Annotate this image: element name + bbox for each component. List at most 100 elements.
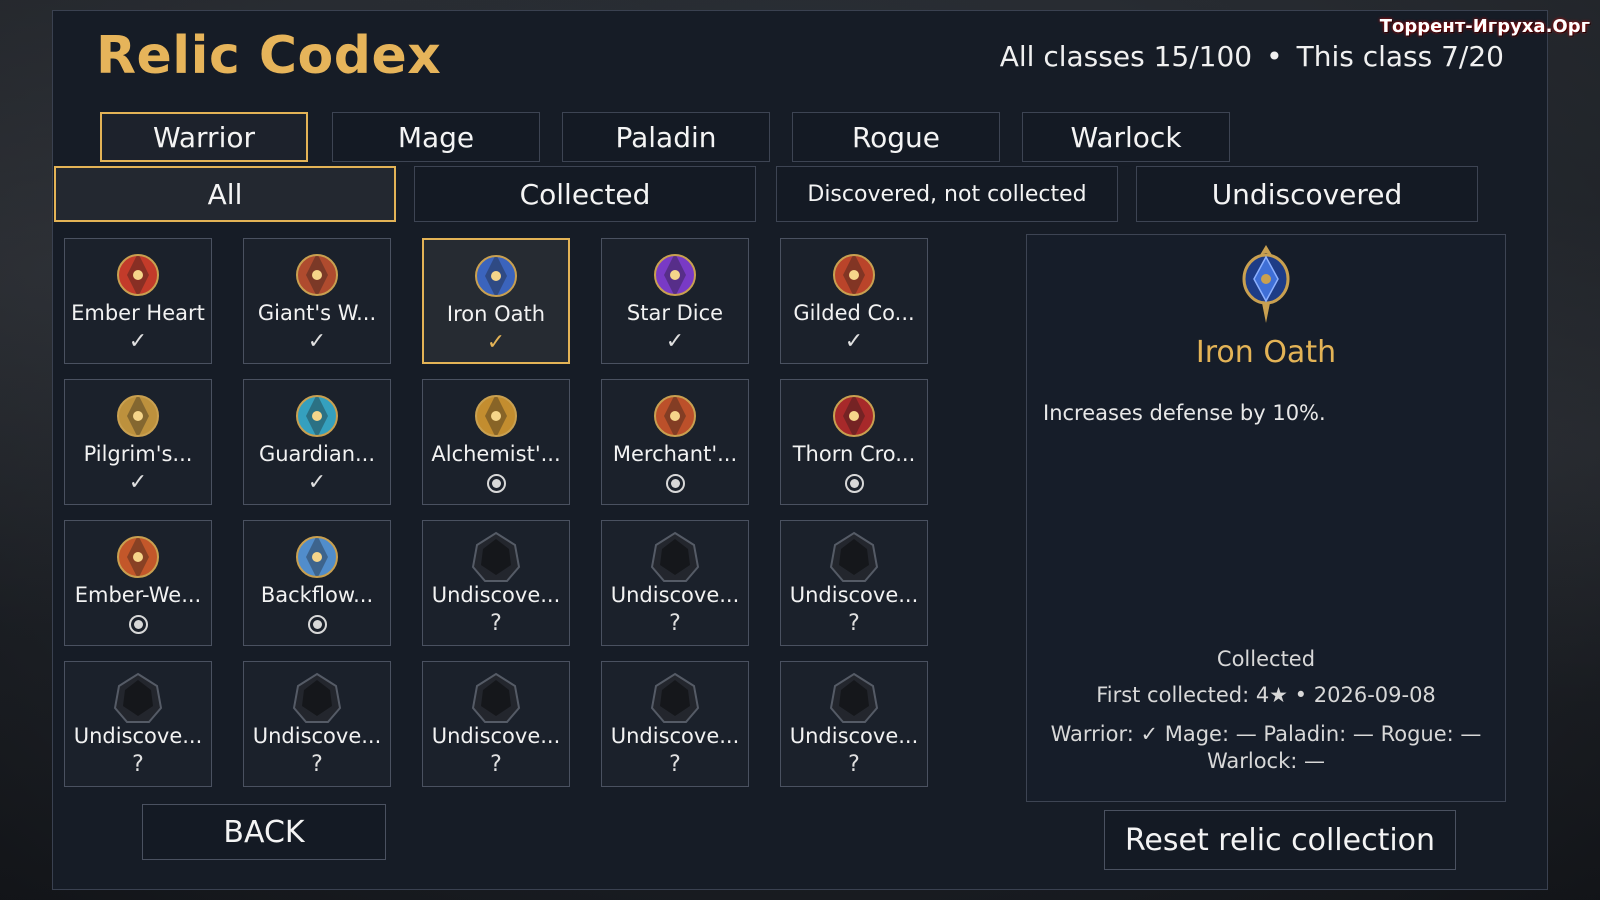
relic-card[interactable]: Gilded Co... ✓ (780, 238, 928, 364)
relic-name: Gilded Co... (793, 301, 915, 325)
discovered-indicator (423, 470, 569, 496)
relic-name: Pilgrim's... (83, 442, 193, 466)
undiscovered-icon (650, 531, 700, 582)
relic-card[interactable]: Guardian... ✓ (243, 379, 391, 505)
discovered-indicator (244, 611, 390, 637)
alchemist-quill-icon (475, 394, 517, 438)
discovered-indicator (781, 470, 927, 496)
relic-name: Star Dice (626, 301, 724, 325)
unknown-indicator: ? (848, 611, 860, 636)
giants-wrist-icon (296, 253, 338, 297)
merchant-scale-icon (654, 394, 696, 438)
collected-checkmark: ✓ (128, 470, 148, 495)
ember-weave-icon (117, 535, 159, 579)
collected-checkmark: ✓ (665, 329, 685, 354)
undiscovered-icon (650, 672, 700, 723)
back-button[interactable]: BACK (142, 804, 386, 860)
radio-icon (665, 474, 685, 493)
unknown-indicator: ? (669, 611, 681, 636)
relic-name: Ember Heart (71, 301, 205, 325)
relic-card[interactable]: Merchant'... (601, 379, 749, 505)
relic-card[interactable]: Iron Oath ✓ (422, 238, 570, 364)
relic-card[interactable]: Undiscove...? (780, 520, 928, 646)
unknown-indicator: ? (669, 752, 681, 777)
unknown-indicator: ? (848, 752, 860, 777)
unknown-indicator: ? (490, 752, 502, 777)
relic-card[interactable]: Undiscove...? (601, 520, 749, 646)
tab-paladin[interactable]: Paladin (562, 112, 770, 162)
relic-card[interactable]: Giant's W... ✓ (243, 238, 391, 364)
this-class-count: This class 7/20 (1296, 40, 1504, 73)
undiscovered-icon (829, 531, 879, 582)
collected-checkmark: ✓ (844, 329, 864, 354)
undiscovered-icon (113, 672, 163, 723)
relic-card[interactable]: Ember Heart ✓ (64, 238, 212, 364)
guardian-orb-icon (296, 394, 338, 438)
relic-card[interactable]: Undiscove...? (601, 661, 749, 787)
stats-separator: • (1266, 40, 1283, 73)
backflow-icon (296, 535, 338, 579)
unknown-indicator: ? (132, 752, 144, 777)
detail-description: Increases defense by 10%. (1043, 401, 1326, 425)
filter-all[interactable]: All (54, 166, 396, 222)
radio-icon (128, 615, 148, 634)
relic-card[interactable]: Undiscove...? (422, 661, 570, 787)
thorn-crown-icon (833, 394, 875, 438)
relic-name: Merchant'... (612, 442, 738, 466)
collection-stats: All classes 15/100 • This class 7/20 (1000, 40, 1504, 73)
relic-name: Iron Oath (446, 302, 546, 326)
relic-name: Ember-We... (74, 583, 202, 607)
tab-mage[interactable]: Mage (332, 112, 540, 162)
relic-name: Undiscove... (252, 724, 382, 748)
all-classes-count: All classes 15/100 (999, 40, 1253, 73)
iron-oath-icon (475, 254, 517, 298)
discovered-indicator (602, 470, 748, 496)
detail-relic-name: Iron Oath (1195, 335, 1337, 370)
tab-rogue[interactable]: Rogue (792, 112, 1000, 162)
collected-checkmark: ✓ (307, 329, 327, 354)
relic-card[interactable]: Undiscove...? (64, 661, 212, 787)
detail-collection-state: Collected (1216, 647, 1316, 671)
collected-checkmark: ✓ (307, 470, 327, 495)
relic-name: Guardian... (258, 442, 376, 466)
page-title: Relic Codex (96, 26, 442, 86)
relic-name: Undiscove... (73, 724, 203, 748)
radio-icon (844, 474, 864, 493)
filter-discovered-not-collected[interactable]: Discovered, not collected (776, 166, 1118, 222)
relic-card[interactable]: Undiscove...? (422, 520, 570, 646)
undiscovered-icon (471, 672, 521, 723)
relic-card[interactable]: Pilgrim's... ✓ (64, 379, 212, 505)
pilgrims-chalice-icon (117, 394, 159, 438)
relic-card[interactable]: Alchemist'... (422, 379, 570, 505)
relic-card[interactable]: Ember-We... (64, 520, 212, 646)
undiscovered-icon (471, 531, 521, 582)
tab-warrior[interactable]: Warrior (100, 112, 308, 162)
relic-name: Backflow... (260, 583, 374, 607)
relic-card[interactable]: Star Dice ✓ (601, 238, 749, 364)
relic-card[interactable]: Undiscove...? (780, 661, 928, 787)
detail-class-status: Warrior: ✓ Mage: — Paladin: — Rogue: — W… (1050, 722, 1482, 773)
relic-name: Undiscove... (789, 724, 919, 748)
collected-checkmark: ✓ (486, 330, 506, 355)
filter-collected[interactable]: Collected (414, 166, 756, 222)
detail-first-collected: First collected: 4★ • 2026-09-08 (1096, 683, 1436, 707)
relic-card[interactable]: Undiscove...? (243, 661, 391, 787)
relic-detail-panel: Iron Oath Increases defense by 10%. Coll… (1026, 234, 1506, 802)
relic-name: Undiscove... (610, 724, 740, 748)
reset-collection-button[interactable]: Reset relic collection (1104, 810, 1456, 870)
unknown-indicator: ? (311, 752, 323, 777)
discovered-indicator (65, 611, 211, 637)
relic-card[interactable]: Backflow... (243, 520, 391, 646)
relic-name: Giant's W... (257, 301, 377, 325)
relic-name: Undiscove... (789, 583, 919, 607)
watermark: Торрент-Игруха.Орг (1379, 16, 1590, 37)
relic-name: Thorn Cro... (792, 442, 916, 466)
relic-name: Alchemist'... (431, 442, 561, 466)
filter-undiscovered[interactable]: Undiscovered (1136, 166, 1478, 222)
unknown-indicator: ? (490, 611, 502, 636)
relic-card[interactable]: Thorn Cro... (780, 379, 928, 505)
tab-warlock[interactable]: Warlock (1022, 112, 1230, 162)
relic-name: Undiscove... (431, 724, 561, 748)
undiscovered-icon (829, 672, 879, 723)
relic-name: Undiscove... (431, 583, 561, 607)
